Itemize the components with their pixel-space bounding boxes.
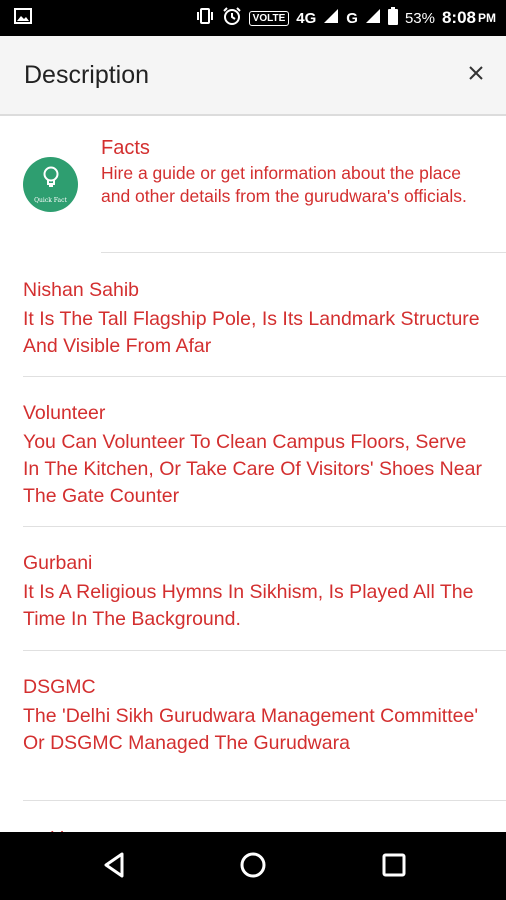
back-icon xyxy=(99,852,129,884)
close-icon xyxy=(468,65,484,86)
item-title: Volunteer xyxy=(23,402,106,424)
item-body: The 'Delhi Sikh Gurudwara Management Com… xyxy=(23,705,479,754)
divider xyxy=(23,526,506,527)
close-button[interactable] xyxy=(464,63,488,87)
vibrate-icon xyxy=(195,7,215,29)
network-type: 4G xyxy=(296,9,317,27)
divider xyxy=(23,650,506,651)
list-item: Nishan Sahib It Is The Tall Flagship Pol… xyxy=(23,278,488,360)
signal-icon xyxy=(323,8,339,28)
facts-body: Hire a guide or get information about th… xyxy=(101,163,467,206)
navigation-bar xyxy=(0,832,506,900)
list-item: DSGMC The 'Delhi Sikh Gurudwara Manageme… xyxy=(23,675,488,757)
page-title: Description xyxy=(24,60,150,89)
divider xyxy=(23,376,506,377)
dialog-header: Description xyxy=(0,36,506,116)
facts-section: Quick Fact Facts Hire a guide or get inf… xyxy=(0,118,506,253)
clock-time: 8:08 xyxy=(441,8,476,27)
quick-fact-badge: Quick Fact xyxy=(23,157,78,212)
carrier2-label: G xyxy=(346,9,358,27)
home-button[interactable] xyxy=(238,850,268,880)
item-title: DSGMC xyxy=(23,676,96,698)
item-title: Gurbani xyxy=(23,552,93,574)
divider xyxy=(23,800,506,801)
back-button[interactable] xyxy=(99,850,129,880)
description-list[interactable]: Quick Fact Facts Hire a guide or get inf… xyxy=(0,118,506,832)
image-icon xyxy=(14,7,32,29)
divider xyxy=(101,252,506,253)
badge-caption: Quick Fact xyxy=(34,196,67,204)
list-item: Volunteer You Can Volunteer To Clean Cam… xyxy=(23,401,488,510)
status-bar: VOLTE 4G G 53% 8:08 PM xyxy=(0,0,506,36)
facts-title: Facts xyxy=(101,137,150,159)
item-title: Nishan Sahib xyxy=(23,279,139,301)
recents-button[interactable] xyxy=(379,850,409,880)
volte-badge: VOLTE xyxy=(248,10,290,26)
signal-icon xyxy=(365,8,381,28)
battery-icon xyxy=(387,7,398,29)
home-icon xyxy=(238,852,268,884)
alarm-icon xyxy=(222,6,242,30)
recents-icon xyxy=(379,853,409,884)
list-item: Gurbani It Is A Religious Hymns In Sikhi… xyxy=(23,551,488,633)
battery-percent: 53% xyxy=(404,9,435,27)
item-body: It Is A Religious Hymns In Sikhism, Is P… xyxy=(23,581,474,630)
item-body: You Can Volunteer To Clean Campus Floors… xyxy=(23,431,482,507)
item-body: It Is The Tall Flagship Pole, Is Its Lan… xyxy=(23,308,480,357)
lightbulb-icon xyxy=(42,166,60,195)
clock-ampm: PM xyxy=(478,11,496,25)
